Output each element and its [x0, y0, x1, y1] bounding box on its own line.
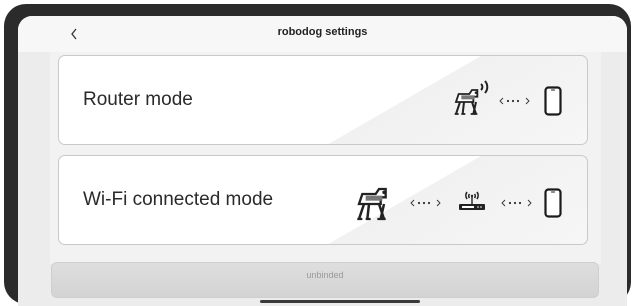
phone-icon [544, 86, 562, 116]
mode-label: Router mode [83, 89, 193, 110]
home-indicator [260, 300, 420, 303]
header-bar: robodog settings [18, 16, 627, 52]
dots-connection-icon [499, 97, 530, 105]
wifi-connected-mode-card[interactable]: Wi-Fi connected mode [58, 155, 588, 245]
dots-connection-icon [501, 199, 532, 207]
unbind-button[interactable]: unbinded [51, 262, 599, 298]
app-screen: robodog settings Router mode Wi-Fi conne… [18, 16, 627, 306]
mode-label: Wi-Fi connected mode [83, 189, 274, 210]
signal-icon [480, 80, 489, 94]
device-frame: robodog settings Router mode Wi-Fi conne… [4, 4, 631, 306]
robodog-icon [356, 187, 387, 221]
router-mode-card[interactable]: Router mode [58, 55, 588, 145]
phone-icon [544, 188, 562, 218]
dots-connection-icon [410, 199, 441, 207]
mode-panel: Router mode Wi-Fi connected mode [50, 52, 601, 264]
router-icon [459, 191, 485, 210]
page-title: robodog settings [277, 26, 368, 38]
